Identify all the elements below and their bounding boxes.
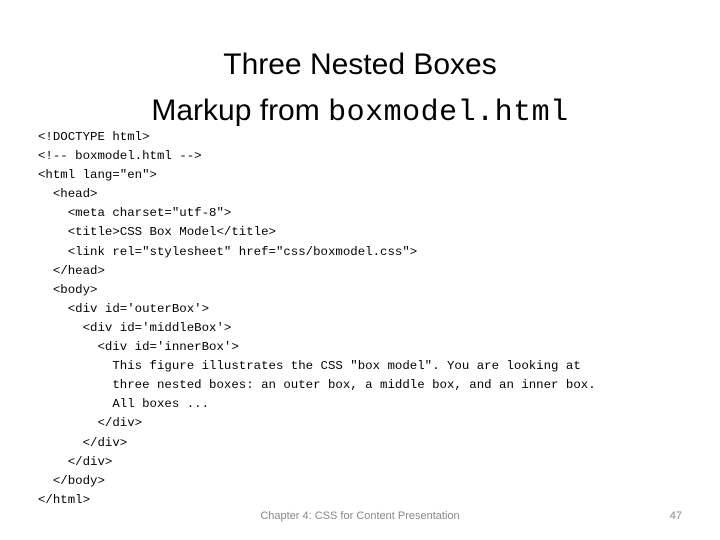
code-line: <body> (38, 282, 98, 297)
code-listing: <!DOCTYPE html> <!-- boxmodel.html --> <ht… (38, 128, 688, 510)
page-title-prefix: Markup from (151, 94, 329, 128)
code-line: </body> (38, 473, 105, 488)
code-line: </head> (38, 263, 105, 278)
slide-footer: Chapter 4: CSS for Content Presentation (260, 510, 460, 522)
page-title-filename: boxmodel.html (328, 96, 569, 131)
code-line: This figure illustrates the CSS "box mod… (38, 359, 581, 374)
code-line: <html lang="en"> (38, 168, 157, 183)
code-line: </div> (38, 416, 143, 431)
code-line: <!DOCTYPE html> (38, 130, 150, 144)
page-title: Three Nested Boxes Markup from boxmodel.… (0, 42, 720, 136)
code-line: All boxes ... (38, 397, 210, 412)
page-number: 47 (669, 510, 682, 522)
code-line: <div id='outerBox'> (38, 301, 210, 316)
code-line: <title>CSS Box Model</title> (38, 225, 276, 240)
code-line: <div id='middleBox'> (38, 320, 232, 335)
code-line: </div> (38, 454, 113, 469)
code-line: </html> (38, 492, 91, 507)
code-line: <!-- boxmodel.html --> (38, 149, 202, 164)
code-line: </div> (38, 435, 128, 450)
code-line: <link rel="stylesheet" href="css/boxmode… (38, 244, 418, 259)
code-line: three nested boxes: an outer box, a midd… (38, 378, 596, 393)
code-line: <head> (38, 187, 98, 202)
code-line: <div id='innerBox'> (38, 340, 239, 355)
page-title-line-1: Three Nested Boxes (223, 48, 497, 82)
code-line: <meta charset="utf-8"> (38, 206, 232, 221)
